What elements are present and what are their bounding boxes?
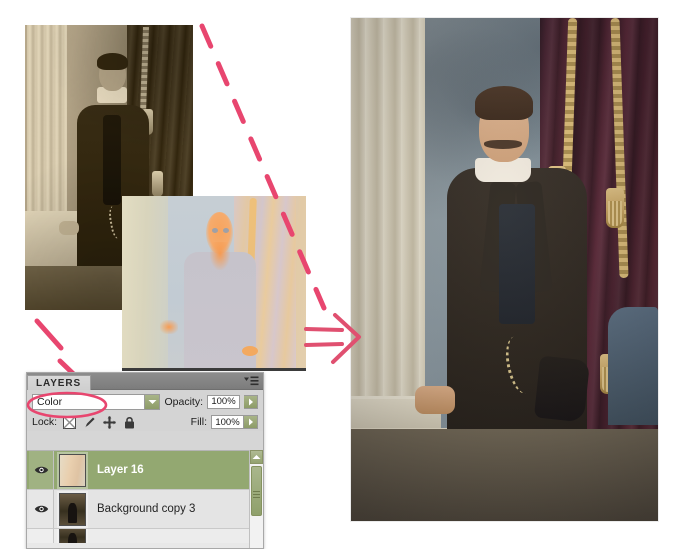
result-column — [351, 18, 425, 410]
dash-mark-a — [34, 318, 64, 351]
blend-mode-value: Color — [37, 395, 63, 408]
pastel-man-hand — [160, 320, 178, 334]
tab-layers[interactable]: LAYERS — [27, 375, 92, 390]
result-blue-chair — [608, 307, 658, 425]
result-man-vest — [499, 204, 535, 324]
layers-panel-body: Color Opacity: 100% Lock: Fill: 100% — [27, 390, 263, 431]
pastel-color-layer-preview — [122, 196, 306, 371]
result-man-mustache — [484, 140, 522, 149]
fill-group: Fill: 100% — [191, 415, 258, 429]
table-row[interactable]: Layer 16 — [27, 451, 263, 490]
fill-input[interactable]: 100% — [211, 415, 244, 429]
eye-icon — [34, 466, 48, 474]
fill-label: Fill: — [190, 416, 207, 428]
table-row-partial[interactable] — [27, 529, 263, 543]
tab-layers-label: LAYERS — [36, 377, 82, 389]
pastel-column — [122, 196, 168, 368]
blend-opacity-row: Color Opacity: 100% — [32, 393, 258, 410]
lock-position-icon[interactable] — [103, 415, 117, 429]
layer-list[interactable]: Layer 16 Background copy 3 — [27, 450, 263, 548]
chevron-up-icon[interactable] — [250, 450, 263, 464]
opacity-chevron-right-icon[interactable] — [244, 394, 258, 409]
layer-visibility-toggle[interactable] — [29, 529, 54, 543]
pastel-blob — [242, 346, 258, 356]
result-floor — [351, 429, 658, 521]
colorized-result-photo — [351, 18, 658, 521]
result-man-hat — [533, 355, 591, 423]
layer-name: Layer 16 — [97, 464, 144, 476]
opacity-input[interactable]: 100% — [207, 394, 240, 409]
lock-transparent-pixels-icon[interactable] — [63, 415, 77, 429]
scroll-thumb-grip — [253, 490, 260, 492]
panel-menu-icon[interactable] — [244, 376, 259, 387]
opacity-label: Opacity: — [164, 395, 203, 408]
pastel-man-neck — [210, 242, 230, 270]
result-gold-tassel — [606, 188, 624, 228]
lock-all-icon[interactable] — [123, 416, 136, 429]
fill-chevron-right-icon[interactable] — [244, 415, 258, 429]
layers-panel-tabbar: LAYERS — [27, 373, 263, 390]
layer-thumbnail[interactable] — [57, 529, 88, 543]
table-row[interactable]: Background copy 3 — [27, 490, 263, 529]
layer-visibility-toggle[interactable] — [29, 451, 54, 489]
layer-name: Background copy 3 — [97, 503, 196, 515]
lock-fill-row: Lock: Fill: 100% — [32, 413, 258, 431]
layer-visibility-toggle[interactable] — [29, 490, 54, 528]
pastel-man-eye — [212, 228, 218, 233]
lock-image-pixels-icon[interactable] — [83, 416, 96, 429]
result-man-hand — [415, 386, 455, 414]
layer-thumbnail[interactable] — [57, 451, 88, 489]
layer-list-scrollbar[interactable] — [249, 450, 263, 548]
layers-panel[interactable]: LAYERS Color Opacity: 100% Lock: Fill: 1… — [26, 372, 264, 549]
scroll-thumb[interactable] — [251, 466, 262, 516]
result-man-hair — [475, 86, 533, 120]
eye-icon — [34, 505, 48, 513]
layer-thumbnail[interactable] — [57, 490, 88, 528]
pastel-man-eye — [223, 228, 229, 233]
blend-mode-select[interactable]: Color — [32, 393, 161, 410]
lock-label: Lock: — [32, 416, 58, 428]
chevron-down-icon[interactable] — [144, 394, 160, 409]
lock-icon-group — [63, 415, 136, 429]
